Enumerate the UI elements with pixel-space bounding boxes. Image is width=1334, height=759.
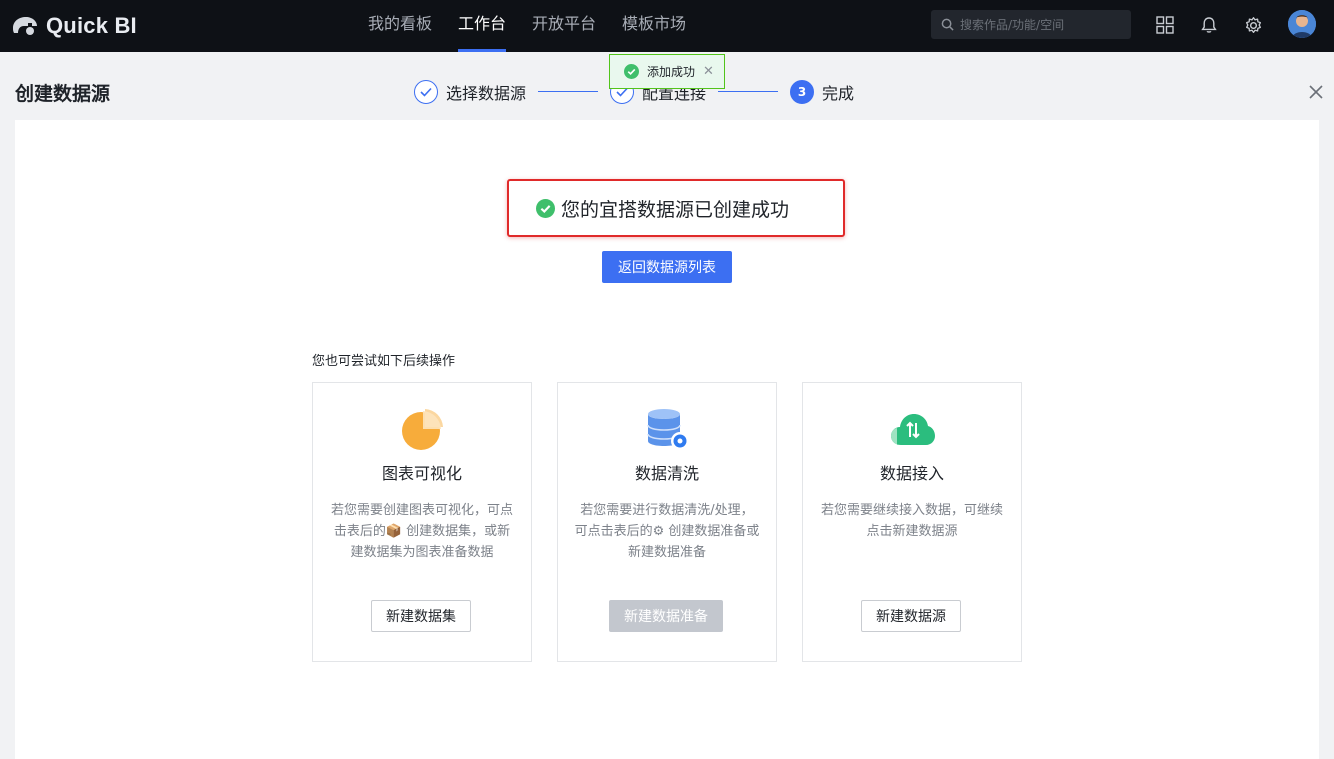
apps-grid-button[interactable] bbox=[1154, 14, 1176, 36]
search-icon bbox=[941, 18, 954, 31]
global-search[interactable] bbox=[931, 10, 1131, 39]
check-circle-icon bbox=[624, 64, 639, 79]
cloud-sync-icon bbox=[891, 414, 935, 445]
main-nav: 我的看板 工作台 开放平台 模板市场 bbox=[355, 0, 699, 52]
card-description: 若您需要进行数据清洗/处理，可点击表后的⚙ 创建数据准备或新建数据准备 bbox=[574, 503, 760, 560]
card-title: 图表可视化 bbox=[381, 464, 462, 483]
chart-visualization-card: 图表可视化 若您需要创建图表可视化，可点击表后的📦 创建数据集，或新建数据集为图… bbox=[312, 382, 532, 662]
new-dataset-button[interactable]: 新建数据集 bbox=[371, 600, 471, 632]
avatar-icon bbox=[1288, 10, 1316, 38]
nav-template-market[interactable]: 模板市场 bbox=[609, 0, 699, 52]
step-connector bbox=[718, 91, 779, 92]
nav-my-dashboard[interactable]: 我的看板 bbox=[355, 0, 445, 52]
pie-chart-icon bbox=[402, 409, 443, 450]
success-message-box: 您的宜搭数据源已创建成功 bbox=[507, 179, 845, 237]
step-3-number: 3 bbox=[790, 79, 815, 104]
new-data-prep-button[interactable]: 新建数据准备 bbox=[609, 600, 723, 632]
suggestions-title: 您也可尝试如下后续操作 bbox=[312, 354, 456, 369]
result-card: 您的宜搭数据源已创建成功 返回数据源列表 您也可尝试如下后续操作 图表可视化 若… bbox=[15, 120, 1319, 759]
nav-open-platform[interactable]: 开放平台 bbox=[519, 0, 609, 52]
top-navigation-bar: Quick BI 我的看板 工作台 开放平台 模板市场 bbox=[0, 0, 1334, 52]
quickbi-logo-icon bbox=[13, 17, 37, 35]
grid-icon bbox=[1156, 16, 1174, 34]
settings-button[interactable] bbox=[1242, 14, 1264, 36]
close-icon[interactable] bbox=[1306, 82, 1326, 102]
card-description: 若您需要创建图表可视化，可点击表后的📦 创建数据集，或新建数据集为图表准备数据 bbox=[330, 503, 513, 560]
step-3-label: 完成 bbox=[822, 83, 855, 103]
search-input[interactable] bbox=[960, 17, 1130, 32]
step-1-label: 选择数据源 bbox=[446, 83, 527, 103]
database-gear-icon bbox=[647, 409, 689, 450]
page-title: 创建数据源 bbox=[15, 83, 111, 105]
back-to-datasource-list-button[interactable]: 返回数据源列表 bbox=[602, 251, 732, 283]
success-message: 您的宜搭数据源已创建成功 bbox=[561, 198, 790, 221]
notifications-button[interactable] bbox=[1198, 14, 1220, 36]
toast-message: 添加成功 bbox=[647, 65, 696, 79]
logo-text: Quick BI bbox=[46, 13, 137, 38]
success-toast: 添加成功 ✕ bbox=[609, 54, 725, 89]
card-title: 数据接入 bbox=[879, 464, 944, 483]
step-connector bbox=[538, 91, 599, 92]
toast-close-icon[interactable]: ✕ bbox=[703, 64, 714, 79]
nav-workbench[interactable]: 工作台 bbox=[445, 0, 519, 52]
check-circle-icon bbox=[536, 198, 555, 218]
bell-icon bbox=[1201, 17, 1217, 33]
gear-icon bbox=[1245, 16, 1261, 33]
data-cleaning-card: 数据清洗 若您需要进行数据清洗/处理，可点击表后的⚙ 创建数据准备或新建数据准备… bbox=[557, 382, 777, 662]
logo[interactable]: Quick BI bbox=[10, 12, 137, 40]
card-title: 数据清洗 bbox=[634, 464, 699, 483]
new-datasource-button[interactable]: 新建数据源 bbox=[861, 600, 961, 632]
data-access-card: 数据接入 若您需要继续接入数据，可继续点击新建数据源 新建数据源 bbox=[802, 382, 1022, 662]
card-description: 若您需要继续接入数据，可继续点击新建数据源 bbox=[820, 503, 1003, 539]
step-1-check-icon bbox=[414, 79, 438, 104]
user-avatar[interactable] bbox=[1288, 10, 1316, 38]
